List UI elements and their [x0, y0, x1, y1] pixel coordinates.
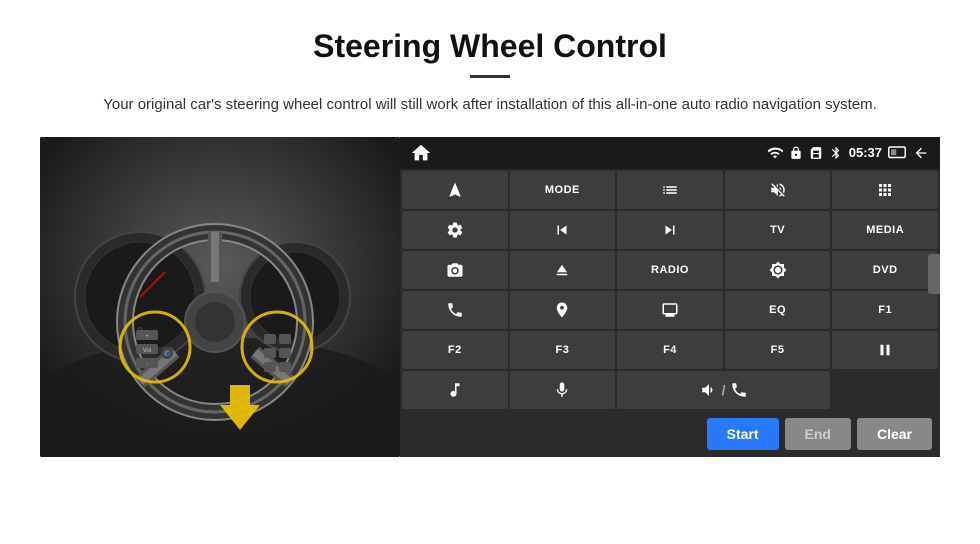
navigate-button[interactable] — [402, 171, 508, 209]
music-button[interactable] — [402, 371, 508, 409]
status-bar-left — [410, 142, 432, 164]
bluetooth-icon — [829, 146, 843, 160]
content-row: 120 0 — [40, 137, 940, 457]
mute-button[interactable] — [725, 171, 831, 209]
media-button[interactable]: MEDIA — [832, 211, 938, 249]
steering-img-placeholder: 120 0 — [40, 137, 400, 457]
controls-panel: 05:37 — [400, 137, 940, 411]
prev-button[interactable] — [510, 211, 616, 249]
wifi-icon — [767, 145, 783, 161]
playpause-button[interactable] — [832, 331, 938, 369]
button-grid: MODE — [400, 169, 940, 411]
vol-phone-button[interactable]: / — [617, 371, 830, 409]
svg-text:+: + — [145, 334, 149, 340]
scroll-indicator[interactable] — [928, 254, 940, 294]
phone-button[interactable] — [402, 291, 508, 329]
f4-button[interactable]: F4 — [617, 331, 723, 369]
end-button[interactable]: End — [785, 418, 851, 450]
dvd-button[interactable]: DVD — [832, 251, 938, 289]
steering-wheel-svg: 120 0 — [40, 137, 400, 457]
lock-icon — [789, 146, 803, 160]
f2-button[interactable]: F2 — [402, 331, 508, 369]
next-button[interactable] — [617, 211, 723, 249]
svg-text:Vol: Vol — [143, 348, 151, 354]
tv-button[interactable]: TV — [725, 211, 831, 249]
page-subtitle: Your original car's steering wheel contr… — [40, 94, 940, 117]
settings-button[interactable] — [402, 211, 508, 249]
page-title: Steering Wheel Control — [40, 28, 940, 65]
sim-icon — [809, 146, 823, 160]
back-icon — [912, 145, 930, 161]
radio-button[interactable]: RADIO — [617, 251, 723, 289]
camera360-button[interactable] — [402, 251, 508, 289]
brightness-button[interactable] — [725, 251, 831, 289]
title-divider — [470, 75, 510, 78]
page-wrapper: Steering Wheel Control Your original car… — [0, 0, 980, 457]
clear-button[interactable]: Clear — [857, 418, 932, 450]
mic-button[interactable] — [510, 371, 616, 409]
f3-button[interactable]: F3 — [510, 331, 616, 369]
f1-button[interactable]: F1 — [832, 291, 938, 329]
apps-button[interactable] — [832, 171, 938, 209]
mode-button[interactable]: MODE — [510, 171, 616, 209]
screen-button[interactable] — [617, 291, 723, 329]
status-bar-right: 05:37 — [767, 145, 930, 161]
eq-button[interactable]: EQ — [725, 291, 831, 329]
f5-button[interactable]: F5 — [725, 331, 831, 369]
action-bar: Start End Clear — [400, 411, 940, 457]
start-button[interactable]: Start — [707, 418, 779, 450]
menu-list-button[interactable] — [617, 171, 723, 209]
mirror-icon — [888, 146, 906, 160]
navi-button[interactable] — [510, 291, 616, 329]
eject-button[interactable] — [510, 251, 616, 289]
status-bar: 05:37 — [400, 137, 940, 169]
svg-text:✆: ✆ — [164, 349, 171, 358]
steering-wheel-image: 120 0 — [40, 137, 400, 457]
status-time: 05:37 — [849, 145, 882, 160]
svg-text:-: - — [146, 362, 148, 368]
home-icon — [410, 142, 432, 164]
